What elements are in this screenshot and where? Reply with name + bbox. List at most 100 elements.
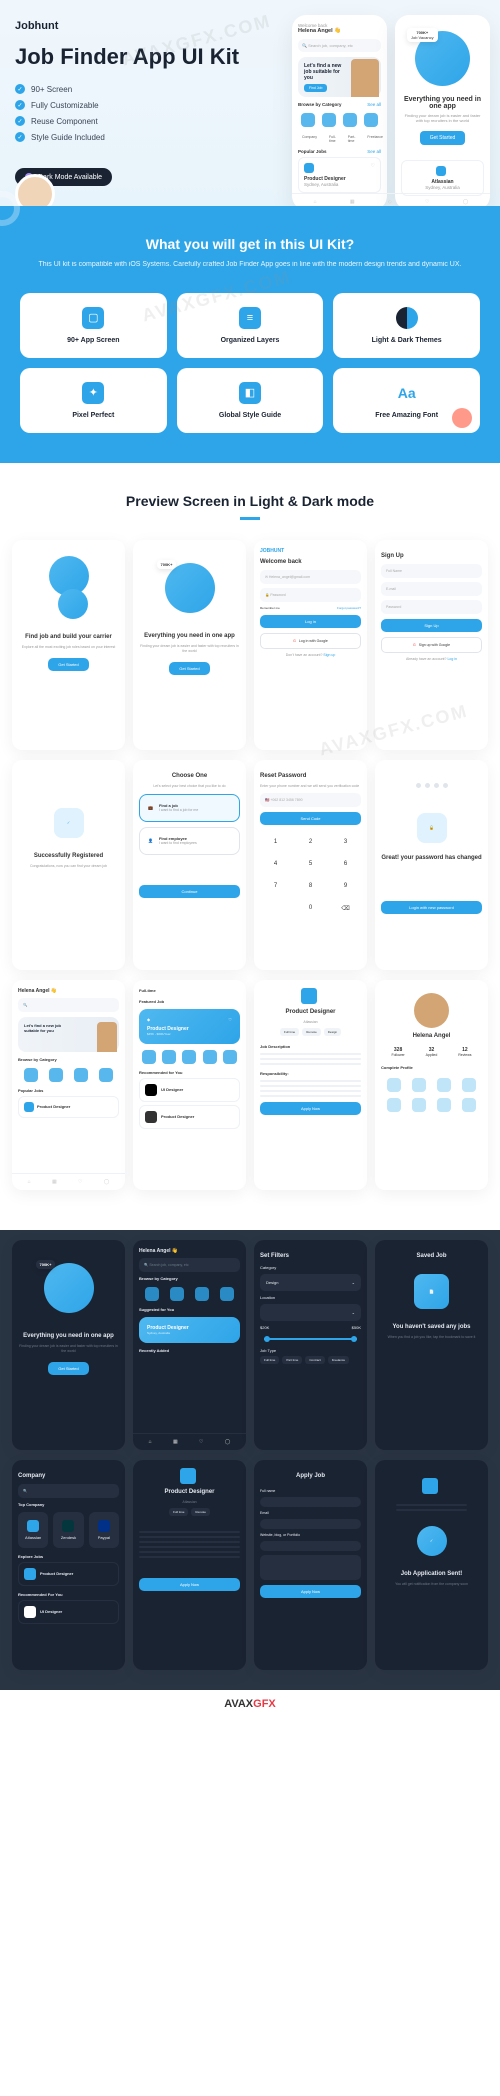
watermark: AVAXGFX.COM — [317, 1976, 471, 2036]
apply-button[interactable]: Apply Now — [260, 1585, 361, 1598]
google-signup-button[interactable]: GSign up with Google — [381, 637, 482, 653]
send-code-button[interactable]: Send Code — [260, 812, 361, 825]
promo-banner: Let's find a new job suitable for you Fi… — [298, 57, 381, 97]
name-field[interactable]: Full Name — [381, 564, 482, 578]
success-icon: ✓ — [54, 808, 84, 838]
email-field[interactable]: ✉ Helena_angel@gmail.com — [260, 570, 361, 584]
section-desc: This UI kit is compatible with iOS Syste… — [20, 260, 480, 271]
category-select[interactable]: Design⌄ — [260, 1274, 361, 1291]
screen-dark-saved: Saved Job 📄 You haven't saved any jobs W… — [375, 1240, 488, 1450]
login-new-button[interactable]: Login with new password — [381, 901, 482, 914]
search-input[interactable]: 🔍 — [18, 1484, 119, 1498]
preview-row-dark: Company 🔍 Top Company Atlassian Zendesk … — [12, 1460, 488, 1670]
featured-job-card[interactable]: ◆♡ Product Designer $45K - $60K/Year — [139, 1009, 240, 1044]
hero-image: 700K+ — [44, 1263, 94, 1313]
screen-dark-onboard: 700K+ Everything you need in one app Fin… — [12, 1240, 125, 1450]
get-started-button[interactable]: Get Started — [48, 658, 88, 671]
user-name: Helena Angel 👋 — [298, 28, 381, 34]
job-item[interactable]: UI Designer — [139, 1078, 240, 1102]
screen-registered: ✓ Successfully Registered Congratulation… — [12, 760, 125, 970]
check-icon: ✓ — [15, 132, 25, 142]
screen-dark-apply: Apply Job Full name Email Website, blog,… — [254, 1460, 367, 1670]
person-illustration — [351, 59, 379, 97]
feature-cards-grid: ▢90+ App Screen ≡Organized Layers Light … — [20, 293, 480, 433]
screen-signup: Sign Up Full Name E-mail Password Sign U… — [375, 540, 488, 750]
email-field[interactable] — [260, 1519, 361, 1529]
screen-icon: ▢ — [82, 307, 104, 329]
apply-button[interactable]: Apply Now — [139, 1578, 240, 1591]
name-field[interactable] — [260, 1497, 361, 1507]
company-card[interactable]: Atlassian Sydney, Australia — [401, 160, 484, 196]
feature-card: ✦Pixel Perfect — [20, 368, 167, 433]
get-started-button[interactable]: Get Started — [48, 1362, 88, 1375]
email-field[interactable]: E-mail — [381, 582, 482, 596]
guide-icon: ◧ — [239, 382, 261, 404]
theme-icon — [396, 307, 418, 329]
section-title: What you will get in this UI Kit? — [20, 236, 480, 252]
screen-dark-applied: ✓ Job Application Sent! You will get not… — [375, 1460, 488, 1670]
job-card[interactable]: ♡ Product Designer Sydney, Australia — [298, 157, 381, 193]
preview-section: Preview Screen in Light & Dark mode AVAX… — [0, 463, 500, 1230]
website-field[interactable] — [260, 1541, 361, 1551]
signup-button[interactable]: Sign Up — [381, 619, 482, 632]
job-item[interactable]: Product Designer — [18, 1562, 119, 1586]
stat-badge: 700K+Job Vacancy — [407, 28, 438, 42]
choice-find-job[interactable]: 💼Find a jobI want to find a job for me — [139, 794, 240, 822]
job-item[interactable]: Product Designer — [139, 1105, 240, 1129]
find-job-button[interactable]: Find Job — [304, 84, 327, 92]
pixel-icon: ✦ — [82, 382, 104, 404]
google-login-button[interactable]: GLog in with Google — [260, 633, 361, 649]
continue-button[interactable]: Continue — [139, 885, 240, 898]
screen-dark-company: Company 🔍 Top Company Atlassian Zendesk … — [12, 1460, 125, 1670]
screen-job-detail: Product Designer Atlassian Full timeRemo… — [254, 980, 367, 1190]
screen-onboard-1: Find job and build your carrier Explore … — [12, 540, 125, 750]
feature-card: Light & Dark Themes — [333, 293, 480, 358]
hero-image: 700K+ — [165, 563, 215, 613]
phone-field[interactable]: 🇺🇸 +062 812 3456 7890 — [260, 793, 361, 807]
search-input[interactable]: 🔍 Search job, company, etc — [139, 1258, 240, 1272]
watermark: AVAXGFX.COM — [30, 1776, 184, 1836]
screen-password-changed: 🔓 Great! your password has changed Login… — [375, 760, 488, 970]
keypad[interactable]: 1234567890⌫ — [260, 833, 361, 918]
company-logo-icon — [304, 163, 314, 173]
preview-row: Find job and build your carrier Explore … — [12, 540, 488, 750]
category-labels: CompanyFull-timePart-timeFreelance — [298, 133, 381, 145]
preview-title: Preview Screen in Light & Dark mode — [12, 493, 488, 509]
location-select[interactable]: ⌄ — [260, 1304, 361, 1321]
company-card[interactable]: Paypal — [89, 1512, 119, 1548]
briefcase-icon: 💼 — [148, 805, 153, 810]
apply-button[interactable]: Apply Now — [260, 1102, 361, 1115]
job-card[interactable]: Product Designer — [18, 1096, 119, 1118]
hero-person-image: 700K+Job Vacancy — [415, 31, 470, 86]
search-input[interactable]: 🔍 Search job, company, etc — [298, 39, 381, 52]
password-field[interactable]: Password — [381, 600, 482, 614]
atlassian-icon — [436, 166, 446, 176]
screen-fulltime: Full-time Featured Job ◆♡ Product Design… — [133, 980, 246, 1190]
lock-icon: 🔓 — [417, 813, 447, 843]
featured-card[interactable]: Product Designer Sydney, Australia — [139, 1317, 240, 1343]
screen-reset-password: Reset Password Enter your phone number a… — [254, 760, 367, 970]
cv-upload[interactable] — [260, 1555, 361, 1580]
preview-row-dark: 700K+ Everything you need in one app Fin… — [12, 1240, 488, 1450]
company-logo — [422, 1478, 438, 1494]
job-item[interactable]: UI Designer — [18, 1600, 119, 1624]
screen-login: JOBHUNT Welcome back ✉ Helena_angel@gmai… — [254, 540, 367, 750]
get-started-button[interactable]: Get Started — [420, 131, 466, 145]
screen-onboard-2: 700K+ Everything you need in one app Fin… — [133, 540, 246, 750]
company-card[interactable]: Atlassian — [18, 1512, 48, 1548]
feature-card: ≡Organized Layers — [177, 293, 324, 358]
password-field[interactable]: 🔒 Password — [260, 588, 361, 602]
salary-slider[interactable] — [264, 1338, 357, 1340]
chevron-down-icon: ⌄ — [352, 1280, 355, 1285]
choice-find-employee[interactable]: 👤Find employeeI want to find employees — [139, 827, 240, 855]
screen-home: Helena Angel 👋 🔍 Let's find a new job su… — [12, 980, 125, 1190]
login-button[interactable]: Log in — [260, 615, 361, 628]
bookmark-icon[interactable]: ♡ — [371, 163, 375, 169]
bottom-nav[interactable]: ⌂▦♡◯ — [12, 1173, 125, 1190]
screen-dark-company-detail: Product Designer Atlassian Full timeRemo… — [133, 1460, 246, 1670]
get-started-button[interactable]: Get Started — [169, 662, 209, 675]
company-card[interactable]: Zendesk — [53, 1512, 83, 1548]
check-icon: ✓ — [15, 116, 25, 126]
bottom-nav[interactable]: ⌂▦♡◯ — [133, 1433, 246, 1450]
search-input[interactable]: 🔍 — [18, 998, 119, 1012]
